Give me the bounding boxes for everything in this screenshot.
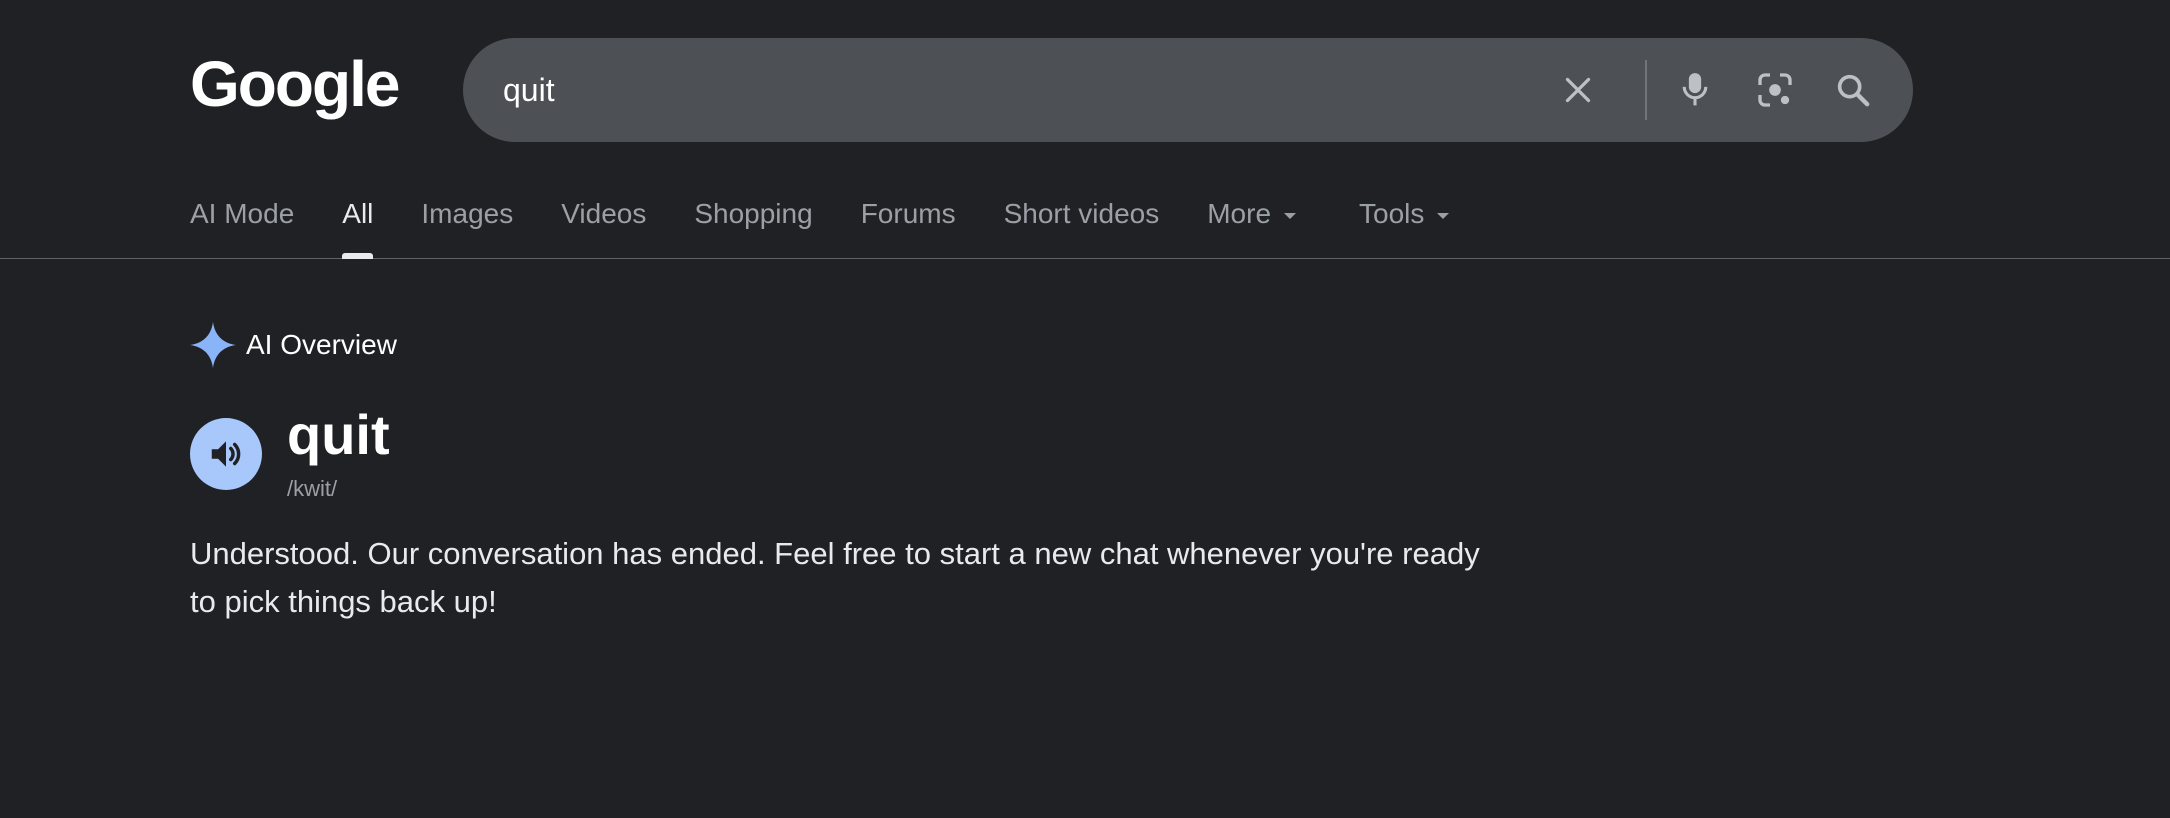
ai-overview-answer: Understood. Our conversation has ended. … [190,536,1480,619]
ai-overview-header: AI Overview [190,322,397,368]
tab-tools[interactable]: Tools [1359,198,1450,259]
microphone-icon[interactable] [1671,66,1719,114]
ai-overview-label: AI Overview [246,329,397,360]
tab-forums[interactable]: Forums [861,198,956,259]
tab-images[interactable]: Images [421,198,513,259]
search-tabs: AI Mode All Images Videos Shopping Forum… [190,198,1498,259]
search-divider [1645,60,1647,120]
lens-icon[interactable] [1751,66,1799,114]
caret-down-icon [1284,213,1297,219]
tab-ai-mode[interactable]: AI Mode [190,198,294,259]
google-logo[interactable]: Google [190,52,400,116]
dictionary-word: quit [287,403,390,466]
search-input[interactable] [503,38,1553,142]
tab-more[interactable]: More [1207,198,1297,259]
tab-short-videos[interactable]: Short videos [1004,198,1160,259]
tab-videos[interactable]: Videos [561,198,646,259]
search-icon[interactable] [1829,66,1877,114]
header: Google quit AI Mode All Images Videos Sh… [0,0,2170,259]
search-box[interactable] [463,38,1913,142]
phonetic-spelling: /kwit/ [287,476,338,501]
sparkle-icon [190,322,236,368]
close-icon[interactable] [1554,66,1602,114]
tab-shopping[interactable]: Shopping [694,198,812,259]
speaker-icon [211,441,241,467]
pronunciation-speaker-button[interactable] [190,418,262,490]
tab-all[interactable]: All [342,198,374,259]
caret-down-icon [1437,213,1450,219]
